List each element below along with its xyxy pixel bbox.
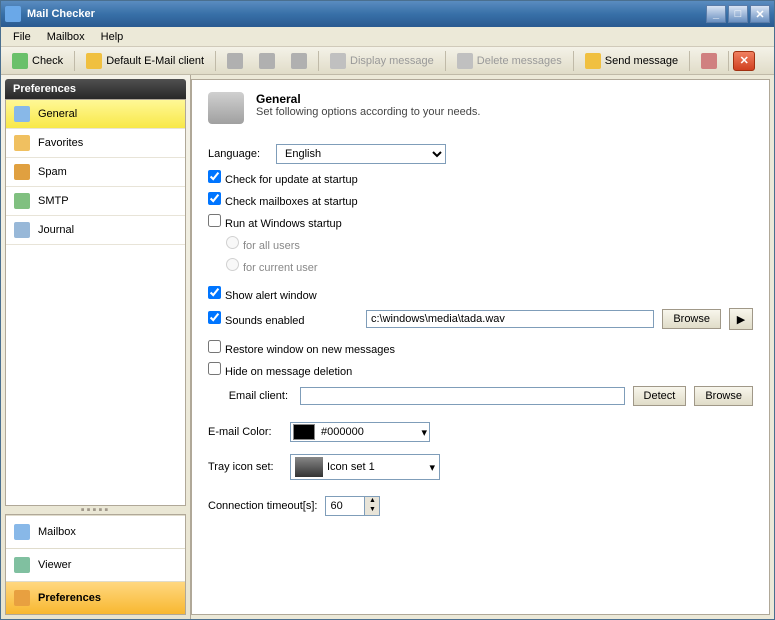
hide-on-delete-checkbox[interactable]: Hide on message deletion [208,362,352,378]
tray-icon-select[interactable]: Icon set 1 ▾ [290,454,440,480]
mail-icon [86,53,102,69]
spam-icon [14,164,30,180]
nav-next-button [284,50,314,72]
sound-play-button[interactable]: ▶ [729,308,753,330]
splitter-grip[interactable]: ▪▪▪▪▪ [5,506,186,514]
color-picker[interactable]: #000000 ▾ [290,422,430,442]
delete-messages-button: Delete messages [450,50,569,72]
sidebar-item-smtp[interactable]: SMTP [6,187,185,216]
timeout-label: Connection timeout[s]: [208,500,317,512]
spin-down-icon[interactable]: ▼ [365,506,379,515]
send-icon [585,53,601,69]
prev-icon [259,53,275,69]
restore-window-checkbox[interactable]: Restore window on new messages [208,340,395,356]
sounds-enabled-checkbox[interactable]: Sounds enabled [208,311,358,327]
email-client-label: Email client: [208,390,288,402]
chevron-down-icon: ▾ [421,426,427,439]
next-icon [291,53,307,69]
minimize-button[interactable]: _ [706,5,726,23]
bottom-preferences[interactable]: Preferences [6,581,185,614]
language-label: Language: [208,148,268,160]
menu-help[interactable]: Help [93,29,132,45]
language-select[interactable]: English [276,144,446,164]
email-client-input[interactable] [300,387,625,405]
sidebar: Preferences General Favorites Spam SMTP … [1,75,191,619]
envelope-icon [295,457,323,477]
exit-button[interactable]: ✕ [733,51,755,71]
menu-bar: File Mailbox Help [1,27,774,47]
check-icon [12,53,28,69]
page-title: General [256,92,480,106]
title-bar: Mail Checker _ □ ✕ [1,1,774,27]
mailbox-icon [14,524,30,540]
color-swatch [293,424,315,440]
window-title: Mail Checker [27,8,706,20]
show-alert-checkbox[interactable]: Show alert window [208,286,317,302]
email-color-label: E-mail Color: [208,426,282,438]
tray-icon-label: Tray icon set: [208,461,282,473]
settings-icon [701,53,717,69]
timeout-input[interactable] [325,496,365,516]
first-icon [227,53,243,69]
delete-icon [457,53,473,69]
timeout-spinner[interactable]: ▲▼ [325,496,380,516]
for-current-radio: for current user [226,258,318,274]
display-message-button: Display message [323,50,441,72]
bottom-mailbox[interactable]: Mailbox [6,515,185,548]
nav-prev-button [252,50,282,72]
chevron-down-icon: ▾ [429,461,435,474]
viewer-icon [14,557,30,573]
bottom-nav: Mailbox Viewer Preferences [5,514,186,615]
send-message-button[interactable]: Send message [578,50,685,72]
favorites-icon [14,135,30,151]
client-browse-button[interactable]: Browse [694,386,753,406]
display-icon [330,53,346,69]
sound-path-input[interactable] [366,310,654,328]
detect-button[interactable]: Detect [633,386,687,406]
nav-first-button [220,50,250,72]
sidebar-header: Preferences [5,79,186,99]
toolbar: Check Default E-Mail client Display mess… [1,47,774,75]
menu-mailbox[interactable]: Mailbox [39,29,93,45]
run-windows-checkbox[interactable]: Run at Windows startup [208,214,342,230]
menu-file[interactable]: File [5,29,39,45]
settings-button[interactable] [694,50,724,72]
sidebar-item-spam[interactable]: Spam [6,158,185,187]
sound-browse-button[interactable]: Browse [662,309,721,329]
check-mailboxes-checkbox[interactable]: Check mailboxes at startup [208,192,358,208]
general-icon [14,106,30,122]
default-client-button[interactable]: Default E-Mail client [79,50,211,72]
sidebar-item-journal[interactable]: Journal [6,216,185,245]
journal-icon [14,222,30,238]
sidebar-nav: General Favorites Spam SMTP Journal [5,99,186,506]
sidebar-item-favorites[interactable]: Favorites [6,129,185,158]
spin-up-icon[interactable]: ▲ [365,497,379,506]
maximize-button[interactable]: □ [728,5,748,23]
bottom-viewer[interactable]: Viewer [6,548,185,581]
main-panel: General Set following options according … [191,79,770,615]
for-all-radio: for all users [226,236,300,252]
general-page-icon [208,92,244,124]
prefs-icon [14,590,30,606]
page-subtitle: Set following options according to your … [256,106,480,118]
check-button[interactable]: Check [5,50,70,72]
app-logo-icon [5,6,21,22]
sidebar-item-general[interactable]: General [6,100,185,129]
check-update-checkbox[interactable]: Check for update at startup [208,170,358,186]
smtp-icon [14,193,30,209]
close-window-button[interactable]: ✕ [750,5,770,23]
